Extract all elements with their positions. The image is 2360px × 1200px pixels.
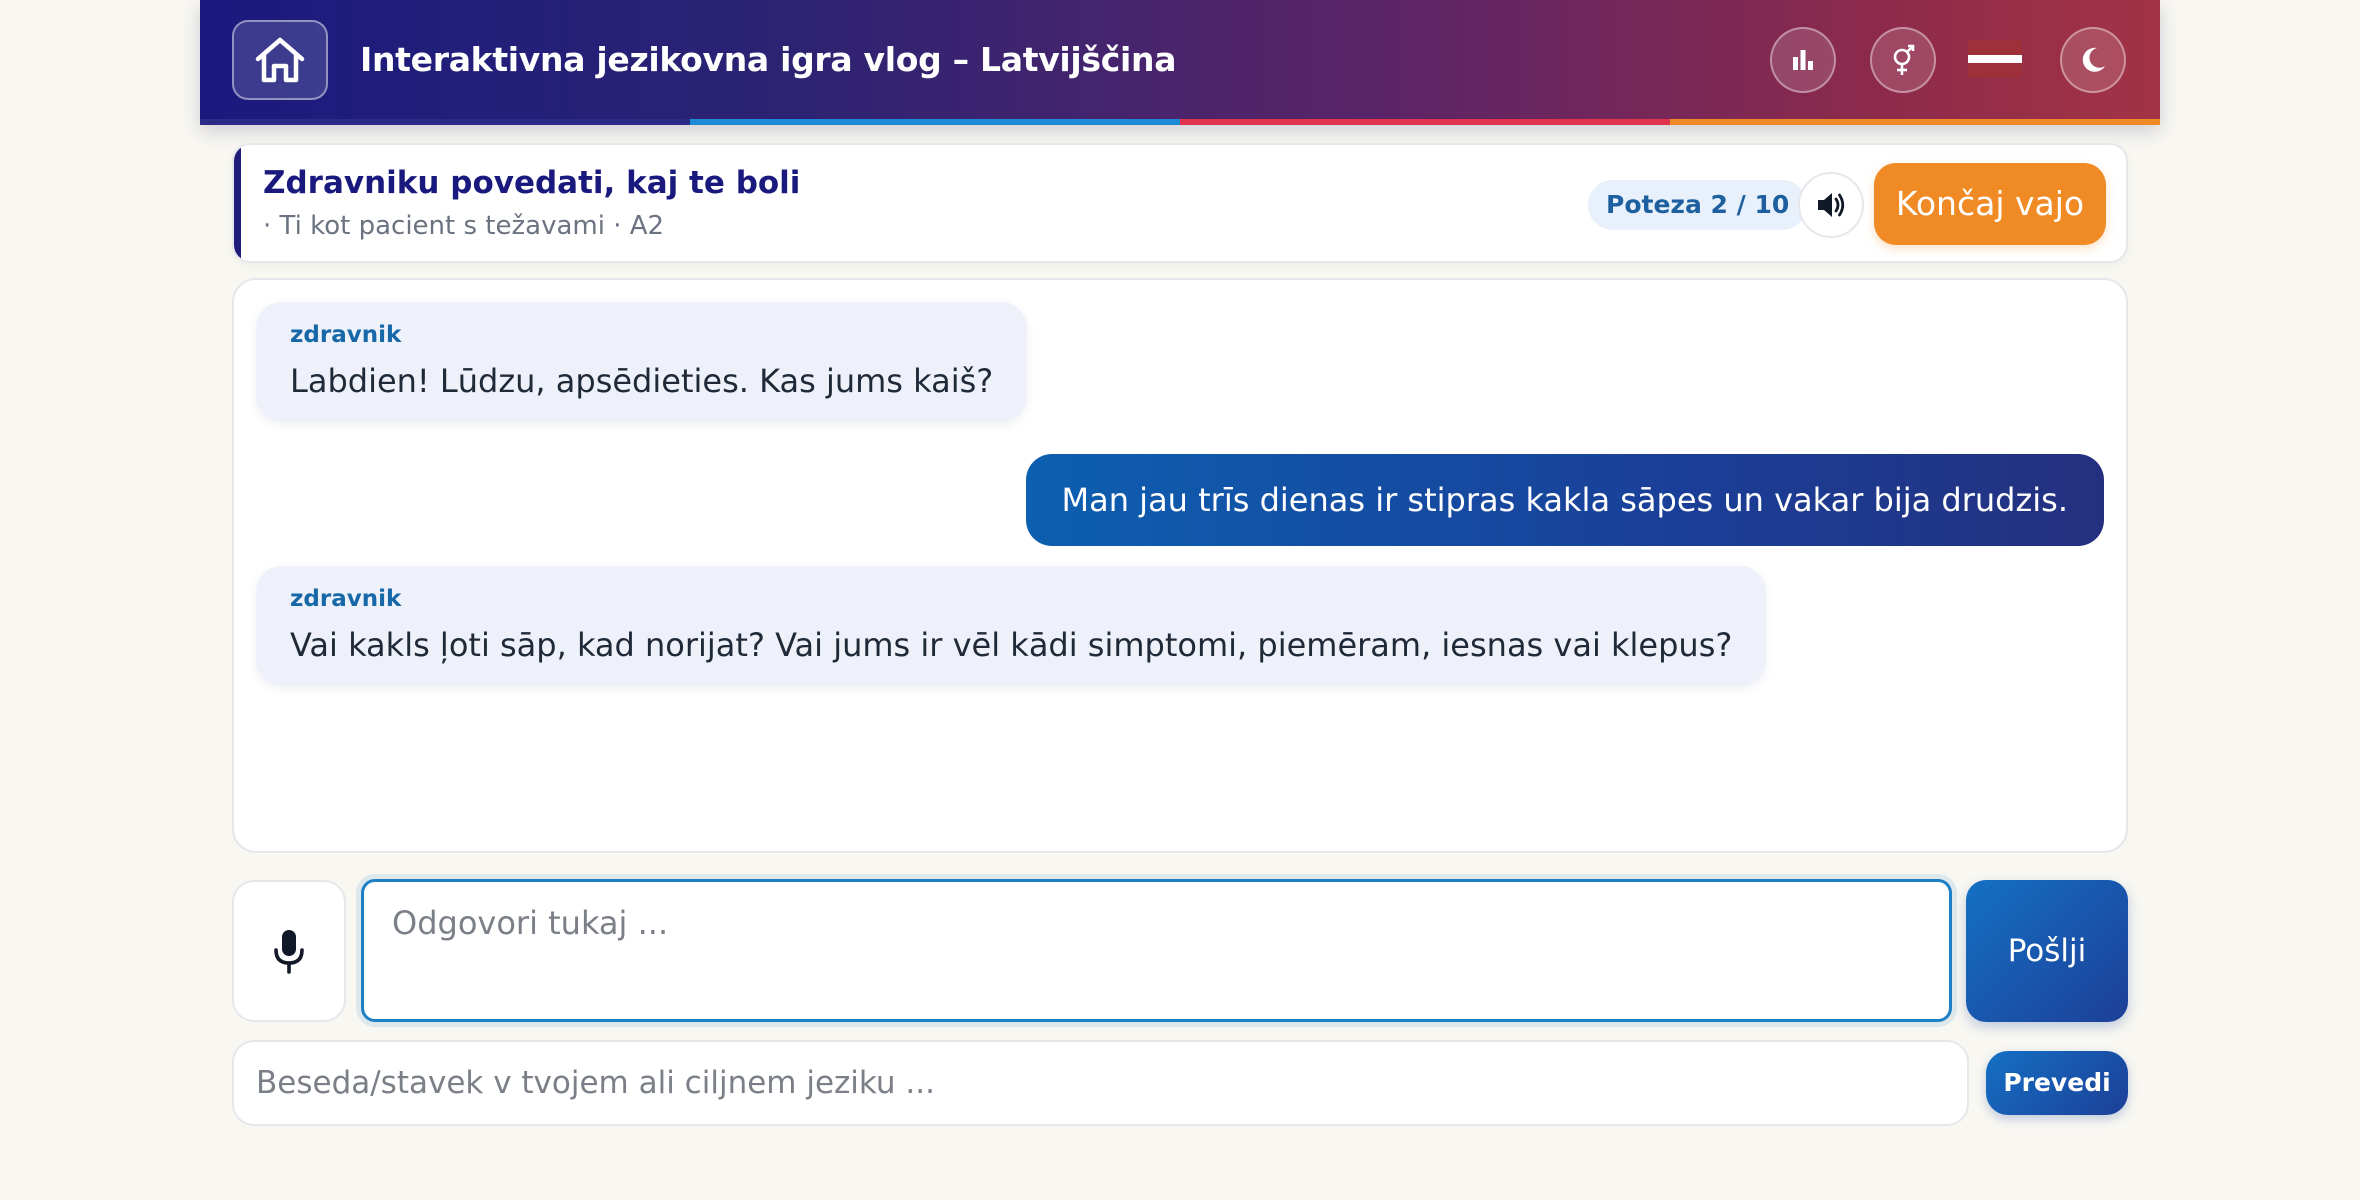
gender-button[interactable] xyxy=(1870,27,1936,93)
scenario-subtitle: · Ti kot pacient s težavami · A2 xyxy=(263,211,665,241)
send-button[interactable]: Pošlji xyxy=(1966,880,2128,1022)
translate-button[interactable]: Prevedi xyxy=(1986,1051,2128,1115)
gender-icon xyxy=(1893,44,1915,75)
answer-input[interactable] xyxy=(361,879,1952,1022)
message-speaker: zdravnik xyxy=(290,322,402,348)
stats-icon xyxy=(1793,50,1813,70)
scenario-title: Zdravniku povedati, kaj te boli xyxy=(263,165,801,201)
dark-mode-toggle[interactable] xyxy=(2060,27,2126,93)
app-header: Interaktivna jezikovna igra vlog – Latvi… xyxy=(200,0,2160,125)
microphone-icon xyxy=(274,930,304,974)
message-speaker: zdravnik xyxy=(290,586,402,612)
scenario-bar: Zdravniku povedati, kaj te boli · Ti kot… xyxy=(232,143,2128,263)
stats-button[interactable] xyxy=(1770,27,1836,93)
message-text: Vai kakls ļoti sāp, kad norijat? Vai jum… xyxy=(290,626,1733,664)
turn-counter: Poteza 2 / 10 xyxy=(1588,180,1808,230)
user-message: Man jau trīs dienas ir stipras kakla sāp… xyxy=(1025,454,2104,546)
message-text: Labdien! Lūdzu, apsēdieties. Kas jums ka… xyxy=(290,362,994,400)
microphone-button[interactable] xyxy=(232,880,346,1022)
chat-panel: zdravnik Labdien! Lūdzu, apsēdieties. Ka… xyxy=(232,278,2128,853)
moon-icon xyxy=(2082,47,2105,72)
bot-message: zdravnik Labdien! Lūdzu, apsēdieties. Ka… xyxy=(256,302,1028,422)
home-icon xyxy=(255,37,305,83)
header-stripe xyxy=(200,119,2160,125)
translate-input[interactable] xyxy=(232,1040,1969,1126)
home-button[interactable] xyxy=(232,20,328,100)
latvia-flag-icon[interactable] xyxy=(1968,40,2022,78)
app-title: Interaktivna jezikovna igra vlog – Latvi… xyxy=(360,40,1177,79)
app-root: Interaktivna jezikovna igra vlog – Latvi… xyxy=(200,0,2160,1200)
end-exercise-button[interactable]: Končaj vajo xyxy=(1874,163,2106,245)
speaker-button[interactable] xyxy=(1798,172,1864,238)
speaker-icon xyxy=(1818,193,1845,217)
bot-message: zdravnik Vai kakls ļoti sāp, kad norijat… xyxy=(256,566,1767,686)
scenario-accent xyxy=(234,145,241,261)
